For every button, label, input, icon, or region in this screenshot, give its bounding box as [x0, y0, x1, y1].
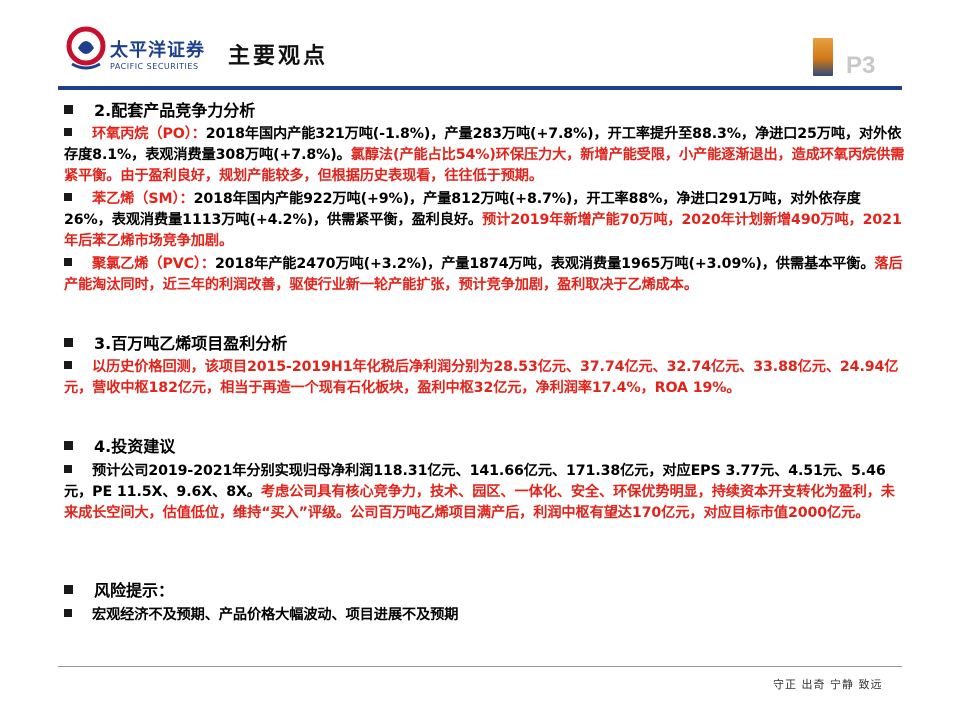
paragraph-investment: 预计公司2019-2021年分别实现归母净利润118.31亿元、141.66亿元… — [64, 463, 895, 521]
square-bullet-icon — [64, 585, 73, 594]
footer-divider — [58, 666, 902, 667]
square-bullet-icon — [64, 105, 73, 114]
paragraph-pvc: 聚氯乙烯（PVC）：2018年产能2470万吨(+3.2%)，产量1874万吨，… — [64, 256, 903, 293]
company-logo: 太平洋证券 PACIFIC SECURITIES — [64, 22, 204, 82]
square-bullet-icon — [64, 361, 72, 369]
product-label: 聚氯乙烯（PVC）： — [92, 256, 216, 272]
decorative-thumbnail — [813, 38, 833, 76]
product-label: 苯乙烯（SM）： — [92, 191, 194, 207]
pacific-securities-logo-icon — [66, 26, 106, 70]
footer-motto: 守正 出奇 宁静 致远 — [773, 678, 883, 691]
section-heading: 4.投资建议 — [64, 433, 175, 457]
logo-text-en: PACIFIC SECURITIES — [110, 62, 199, 71]
paragraph-risk: 宏观经济不及预期、产品价格大幅波动、项目进展不及预期 — [64, 605, 906, 626]
page-title: 主要观点 — [228, 43, 329, 69]
section-heading: 3.百万吨乙烯项目盈利分析 — [64, 330, 287, 354]
square-bullet-icon — [64, 441, 73, 450]
paragraph-sm: 苯乙烯（SM）：2018年国内产能922万吨(+9%)，产量812万吨(+8.7… — [64, 191, 902, 249]
square-bullet-icon — [64, 338, 73, 347]
product-label: 环氧丙烷（PO）： — [92, 126, 206, 142]
square-bullet-icon — [64, 609, 72, 617]
logo-text-cn: 太平洋证券 — [110, 40, 205, 61]
square-bullet-icon — [64, 193, 72, 201]
header-divider — [58, 86, 902, 90]
square-bullet-icon — [64, 465, 72, 473]
paragraph-profit-analysis: 以历史价格回测，该项目2015-2019H1年化税后净利润分别为28.53亿元、… — [64, 359, 899, 396]
section-heading: 2.配套产品竞争力分析 — [64, 97, 255, 121]
square-bullet-icon — [64, 258, 72, 266]
section-heading: 风险提示： — [64, 577, 174, 601]
square-bullet-icon — [64, 128, 72, 136]
page-number: P3 — [846, 52, 876, 79]
paragraph-po: 环氧丙烷（PO）：2018年国内产能321万吨(-1.8%)，产量283万吨(+… — [64, 126, 905, 184]
